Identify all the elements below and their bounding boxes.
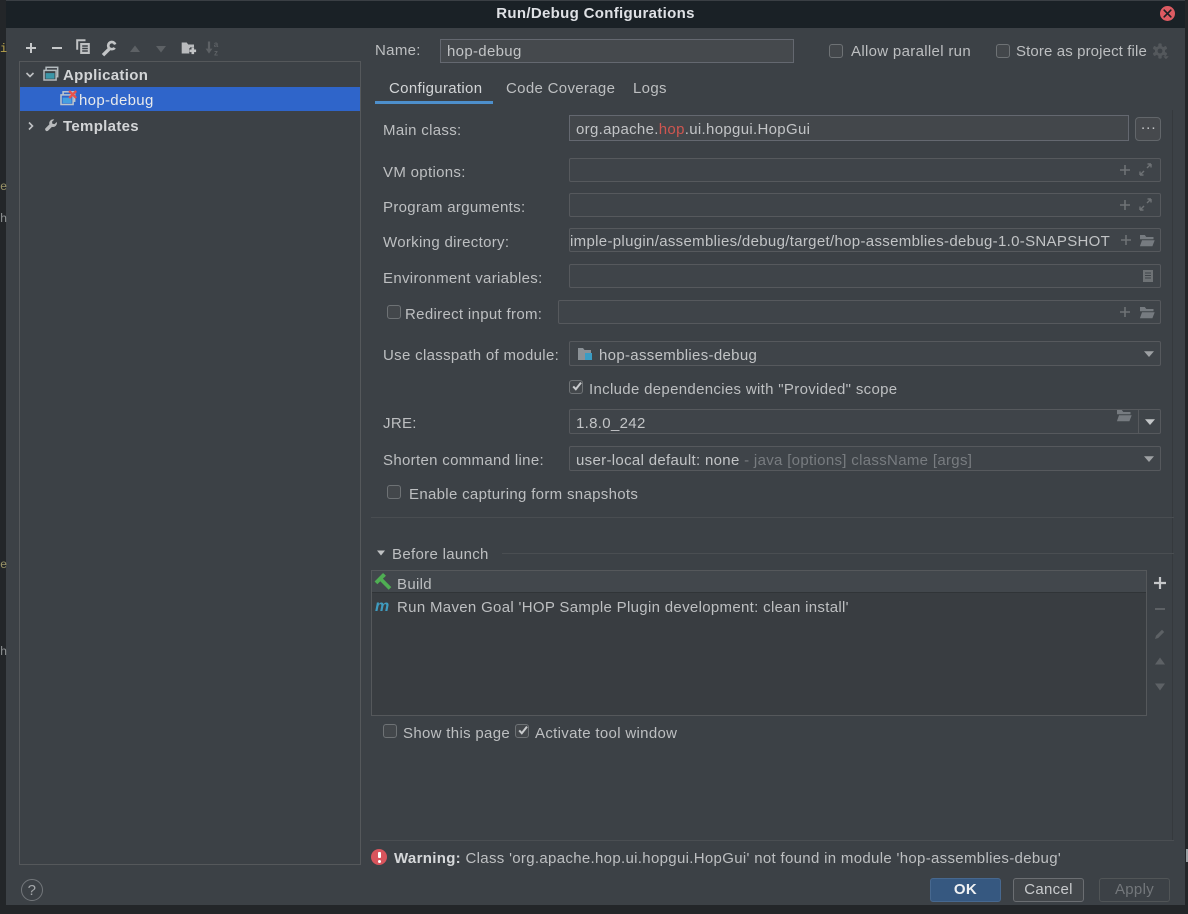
svg-text:z: z — [214, 49, 218, 58]
